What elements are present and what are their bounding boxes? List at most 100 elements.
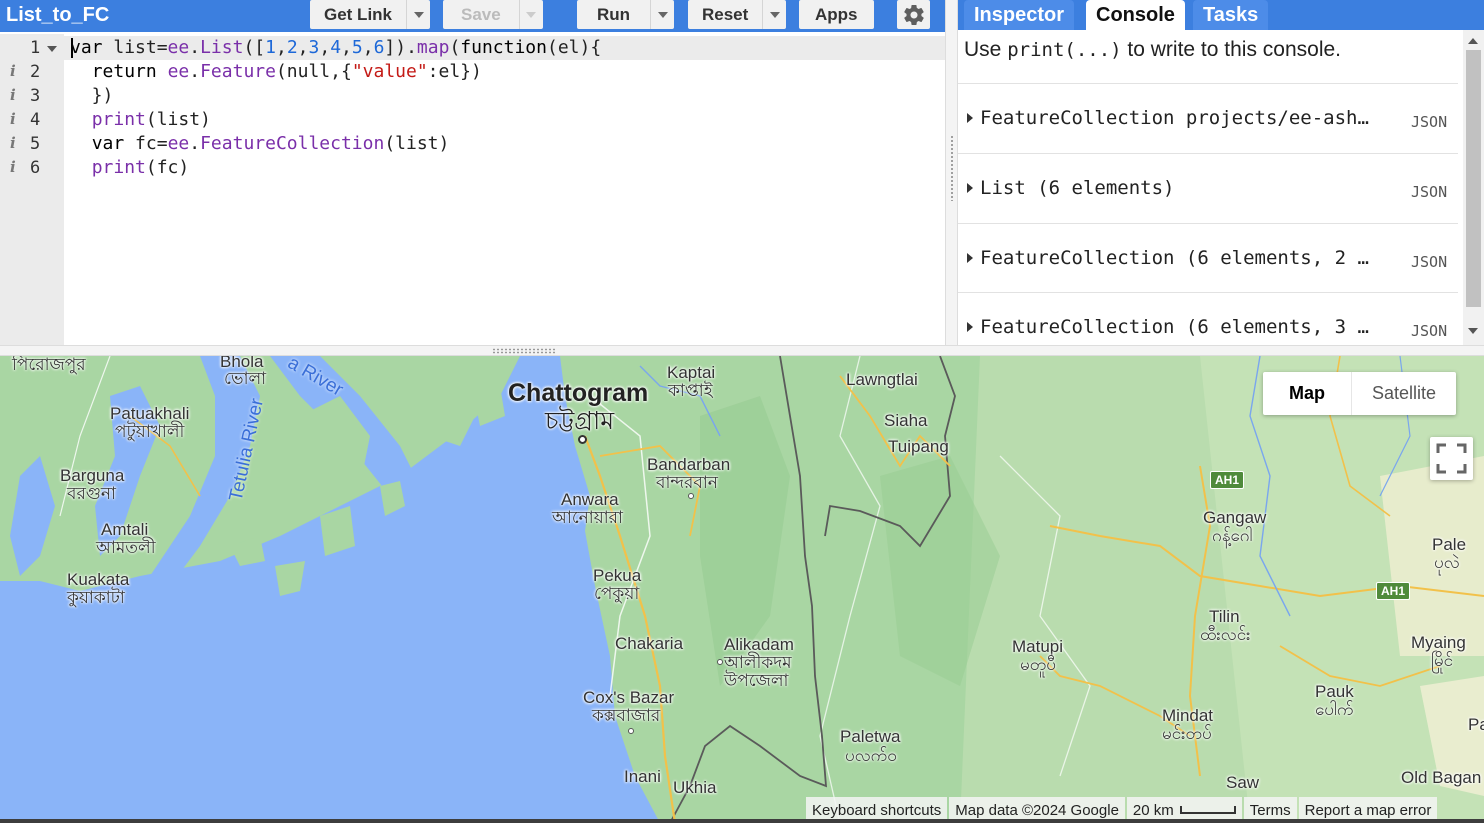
line-number: 6	[30, 158, 41, 178]
console-scrollbar[interactable]	[1463, 30, 1484, 345]
text-cursor	[71, 38, 73, 58]
map-label-tilin: Tilin	[1209, 607, 1240, 626]
town-marker-bandarban[interactable]	[688, 493, 694, 499]
line-number: 3	[30, 86, 41, 106]
gutter-line-1[interactable]: 1	[0, 36, 64, 60]
code-line-5[interactable]: var fc=ee.FeatureCollection(list)	[70, 132, 601, 156]
json-link[interactable]: JSON	[1411, 253, 1447, 271]
code-line-1[interactable]: var list=ee.List([1,2,3,4,5,6]).map(func…	[70, 36, 601, 60]
map-label-mindat: Mindat	[1162, 706, 1214, 725]
info-icon[interactable]: i	[10, 134, 16, 152]
console-entry-text[interactable]: FeatureCollection (6 elements, 3 …	[980, 316, 1390, 338]
scroll-up-arrow-icon[interactable]	[1468, 38, 1478, 44]
gear-icon	[903, 4, 924, 25]
map-bottom-edge	[0, 819, 1484, 823]
map-canvas[interactable]: পিরোজপুর Bhola ভোলা a River Patuakhali প…	[0, 356, 1484, 823]
run-button[interactable]: Run	[577, 0, 675, 29]
gutter-line-5[interactable]: i 5	[0, 132, 64, 156]
line-number: 5	[30, 134, 41, 154]
expand-triangle-icon[interactable]	[967, 183, 973, 193]
highway-shield-ah1: AH1	[1210, 471, 1245, 489]
info-icon[interactable]: i	[10, 86, 16, 104]
gutter-line-6[interactable]: i 6	[0, 156, 64, 180]
map-label-pale-my: ပုလဲ	[1434, 553, 1460, 572]
console-entry-text[interactable]: FeatureCollection projects/ee-ash…	[980, 107, 1390, 129]
vertical-splitter[interactable]	[945, 0, 958, 345]
code-line-3[interactable]: })	[70, 84, 601, 108]
map-label-chakaria: Chakaria	[615, 634, 684, 653]
map-label-coxs-bazar-bn: কক্সবাজার	[592, 706, 661, 725]
map-label-patuakhali: Patuakhali	[110, 404, 190, 423]
script-title: List_to_FC	[6, 4, 110, 26]
highway-shield-ah1: AH1	[1376, 582, 1411, 600]
map-label-alikadam-bn: আলীকদম	[724, 653, 792, 672]
console-entry[interactable]: FeatureCollection (6 elements, 2 … JSON	[958, 223, 1458, 293]
json-link[interactable]: JSON	[1411, 322, 1447, 340]
info-icon[interactable]: i	[10, 62, 16, 80]
town-marker-coxs-bazar[interactable]	[628, 728, 634, 734]
get-link-dropdown-icon[interactable]	[406, 0, 430, 29]
map-label-siaha: Siaha	[884, 411, 928, 430]
reset-button[interactable]: Reset	[688, 0, 787, 29]
scrollbar-thumb[interactable]	[1466, 50, 1481, 307]
drag-handle-icon[interactable]	[492, 348, 556, 354]
json-link[interactable]: JSON	[1411, 113, 1447, 131]
expand-triangle-icon[interactable]	[967, 113, 973, 123]
city-marker-chattogram[interactable]	[578, 435, 587, 444]
apps-button[interactable]: Apps	[799, 0, 874, 29]
horizontal-splitter[interactable]	[0, 345, 1484, 356]
scroll-down-arrow-icon[interactable]	[1468, 328, 1478, 334]
town-marker-alikadam[interactable]	[717, 659, 723, 665]
console-hint-code: print(...)	[1007, 39, 1122, 61]
map-label-bandarban: Bandarban	[647, 455, 731, 474]
map-label-ukhia: Ukhia	[673, 778, 717, 797]
line-number: 1	[30, 38, 41, 58]
tab-tasks[interactable]: Tasks	[1193, 0, 1269, 30]
map-label-lawngtlai: Lawngtlai	[846, 370, 918, 389]
console-entry-text[interactable]: FeatureCollection (6 elements, 2 …	[980, 247, 1390, 269]
editor-panel: List_to_FC Get Link Save Run Reset Apps	[0, 0, 945, 345]
info-icon[interactable]: i	[10, 158, 16, 176]
map-label-coxs-bazar: Cox's Bazar	[583, 688, 675, 707]
map-type-map-button[interactable]: Map	[1263, 372, 1352, 415]
map-label-alikadam: Alikadam	[724, 635, 794, 654]
info-icon[interactable]: i	[10, 110, 16, 128]
save-label: Save	[461, 4, 501, 24]
console-entry[interactable]: FeatureCollection (6 elements, 3 … JSON	[958, 292, 1458, 345]
gutter-line-2[interactable]: i 2	[0, 60, 64, 84]
console-output: Use print(...) to write to this console.…	[958, 30, 1464, 345]
map-label-matupi-my: မတူပီ	[1020, 655, 1056, 674]
code-line-2[interactable]: return ee.Feature(null,{"value":el})	[70, 60, 601, 84]
save-button[interactable]: Save	[443, 0, 543, 29]
run-dropdown-icon[interactable]	[650, 0, 674, 29]
code-editor[interactable]: var list=ee.List([1,2,3,4,5,6]).map(func…	[70, 36, 601, 180]
map-label-tuipang: Tuipang	[888, 437, 949, 456]
tab-inspector[interactable]: Inspector	[964, 0, 1075, 30]
fold-arrow-icon[interactable]	[47, 46, 57, 52]
reset-dropdown-icon[interactable]	[762, 0, 786, 29]
settings-gear-button[interactable]	[897, 0, 930, 29]
console-entry-text[interactable]: List (6 elements)	[980, 177, 1390, 199]
get-link-button[interactable]: Get Link	[310, 0, 431, 29]
map-type-satellite-button[interactable]: Satellite	[1352, 372, 1456, 415]
right-panel: Inspector Console Tasks Use print(...) t…	[958, 0, 1484, 345]
console-entry[interactable]: List (6 elements) JSON	[958, 153, 1458, 223]
map-label-pekua: Pekua	[593, 566, 642, 585]
map-label-anwara: Anwara	[561, 490, 619, 509]
gutter-line-3[interactable]: i 3	[0, 84, 64, 108]
map-label-saw: Saw	[1226, 773, 1260, 792]
drag-handle-icon[interactable]	[950, 135, 954, 201]
line-number-gutter: 1 i 2 i 3 i 4 i 5 i 6	[0, 34, 64, 345]
console-entry[interactable]: FeatureCollection projects/ee-ash… JSON	[958, 83, 1458, 153]
tab-console[interactable]: Console	[1086, 0, 1185, 30]
map-basemap	[0, 356, 1484, 823]
expand-triangle-icon[interactable]	[967, 322, 973, 332]
gutter-line-4[interactable]: i 4	[0, 108, 64, 132]
expand-triangle-icon[interactable]	[967, 253, 973, 263]
map-label-old-bagan: Old Bagan	[1401, 768, 1482, 787]
code-line-6[interactable]: print(fc)	[70, 156, 601, 180]
code-line-4[interactable]: print(list)	[70, 108, 601, 132]
fullscreen-button[interactable]	[1430, 437, 1473, 480]
save-dropdown-icon[interactable]	[518, 0, 543, 29]
json-link[interactable]: JSON	[1411, 183, 1447, 201]
